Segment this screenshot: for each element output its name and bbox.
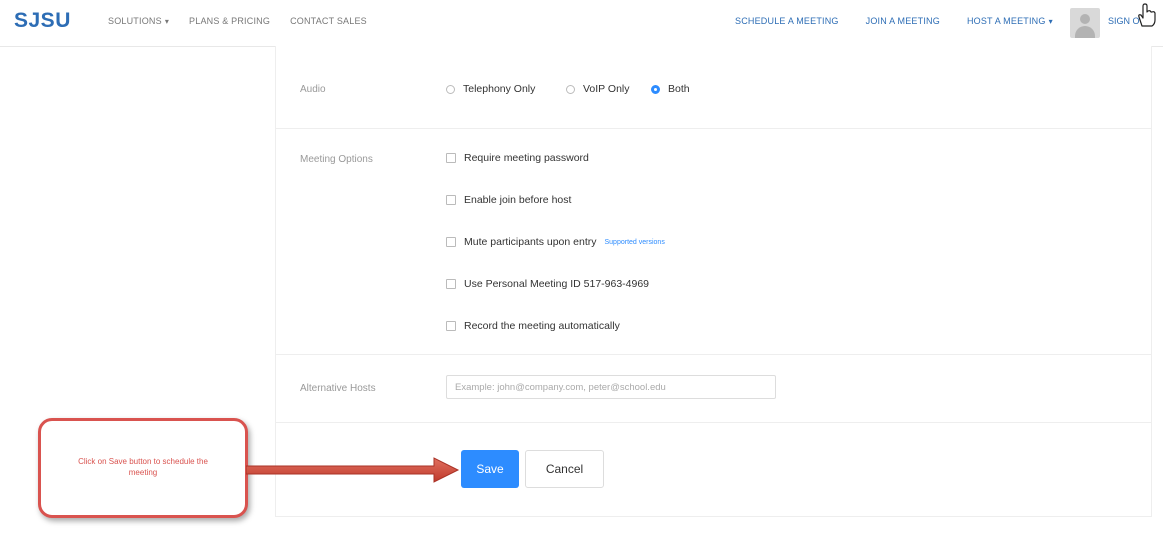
option-join-before-host[interactable]: Enable join before host (446, 194, 571, 206)
chevron-down-icon: ▾ (164, 17, 170, 26)
top-navigation-bar: SJSU SOLUTIONS ▾ PLANS & PRICING CONTACT … (0, 0, 1163, 47)
avatar-head (1080, 14, 1090, 24)
supported-versions-link[interactable]: Supported versions (605, 239, 665, 246)
nav-schedule-meeting[interactable]: SCHEDULE A MEETING (735, 16, 839, 26)
nav-plans-pricing[interactable]: PLANS & PRICING (189, 16, 270, 26)
mute-participants-label: Mute participants upon entry (464, 236, 597, 248)
nav-solutions-label: SOLUTIONS (108, 16, 162, 26)
meeting-options-label: Meeting Options (300, 154, 373, 165)
nav-host-meeting[interactable]: HOST A MEETING ▾ (967, 16, 1053, 26)
avatar[interactable] (1070, 8, 1100, 38)
option-personal-meeting-id[interactable]: Use Personal Meeting ID 517-963-4969 (446, 278, 649, 290)
cancel-button[interactable]: Cancel (525, 450, 604, 488)
instruction-callout: Click on Save button to schedule the mee… (38, 418, 248, 518)
nav-join-meeting[interactable]: JOIN A MEETING (866, 16, 940, 26)
meeting-settings-panel: Audio Telephony Only VoIP Only Both Meet… (275, 46, 1152, 517)
voip-label: VoIP Only (583, 83, 630, 95)
join-before-host-label: Enable join before host (464, 194, 572, 206)
audio-option-both[interactable]: Both (651, 83, 690, 95)
sjsu-logo[interactable]: SJSU (14, 9, 71, 33)
nav-host-meeting-label: HOST A MEETING (966, 16, 1046, 26)
primary-nav: SOLUTIONS ▾ PLANS & PRICING CONTACT SALES (108, 16, 367, 26)
checkbox-mute-participants[interactable] (446, 237, 456, 247)
radio-both-selected[interactable] (651, 84, 660, 94)
telephony-label: Telephony Only (463, 83, 536, 95)
avatar-shoulders (1075, 26, 1095, 38)
audio-option-telephony[interactable]: Telephony Only (446, 83, 535, 95)
nav-contact-sales[interactable]: CONTACT SALES (290, 16, 367, 26)
alternative-hosts-label: Alternative Hosts (300, 383, 376, 394)
option-mute-participants[interactable]: Mute participants upon entry Supported v… (446, 236, 665, 248)
checkbox-require-password[interactable] (446, 153, 456, 163)
checkbox-record-automatically[interactable] (446, 321, 456, 331)
require-password-label: Require meeting password (464, 152, 589, 164)
arrow-right-icon (246, 457, 460, 483)
callout-text: Click on Save button to schedule the mee… (78, 457, 208, 477)
meeting-options-section: Meeting Options Require meeting password… (276, 128, 1151, 355)
both-label: Both (668, 83, 690, 95)
nav-solutions[interactable]: SOLUTIONS ▾ (108, 16, 169, 26)
audio-label: Audio (300, 84, 326, 95)
audio-option-voip[interactable]: VoIP Only (566, 83, 630, 95)
radio-voip[interactable] (566, 84, 575, 94)
alternative-hosts-input[interactable] (446, 375, 776, 399)
chevron-down-icon: ▾ (1048, 17, 1053, 26)
checkbox-personal-meeting-id[interactable] (446, 279, 456, 289)
hand-cursor-icon (1138, 3, 1156, 27)
personal-meeting-id-label: Use Personal Meeting ID 517-963-4969 (464, 278, 650, 290)
account-nav: SCHEDULE A MEETING JOIN A MEETING HOST A… (735, 16, 1053, 26)
save-button[interactable]: Save (461, 450, 519, 488)
audio-section: Audio Telephony Only VoIP Only Both (276, 46, 1151, 129)
radio-telephony[interactable] (446, 84, 455, 94)
option-record-automatically[interactable]: Record the meeting automatically (446, 320, 620, 332)
checkbox-join-before-host[interactable] (446, 195, 456, 205)
record-automatically-label: Record the meeting automatically (464, 320, 620, 332)
option-require-password[interactable]: Require meeting password (446, 152, 589, 164)
